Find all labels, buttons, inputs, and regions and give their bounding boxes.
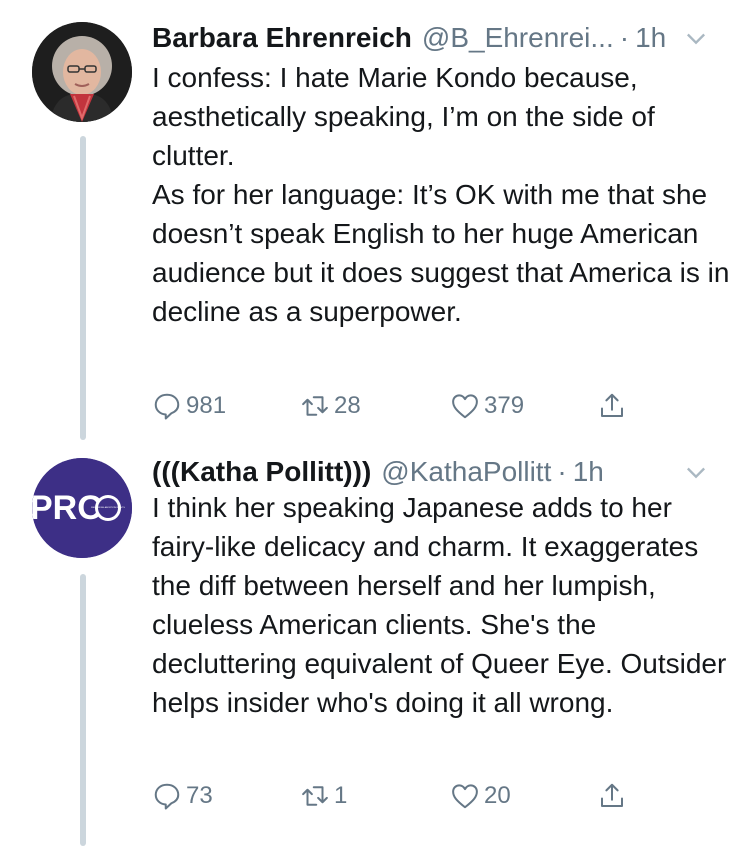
tweet-text: I think her speaking Japanese adds to he…: [152, 492, 727, 718]
avatar[interactable]: [32, 22, 132, 122]
retweet-button[interactable]: 28: [300, 386, 361, 426]
reply-count: 73: [186, 782, 213, 809]
reply-button[interactable]: 73: [152, 776, 213, 816]
retweet-icon: [302, 396, 328, 416]
share-button[interactable]: [597, 386, 627, 426]
reply-icon: [154, 393, 180, 420]
tweet-header: (((Katha Pollitt))) @KathaPollitt · 1h: [152, 452, 710, 492]
author-name[interactable]: (((Katha Pollitt))): [152, 456, 371, 488]
tweet-actions: 73 1 20: [152, 776, 672, 816]
pro-badge-text: RESTORING ABORTION RIGHTS: [91, 506, 125, 509]
share-icon: [601, 783, 623, 807]
tweet-header: Barbara Ehrenreich @B_Ehrenrei... · 1h: [152, 18, 710, 58]
like-count: 379: [484, 392, 525, 419]
tweet-actions: 981 28 379: [152, 386, 672, 426]
author-name[interactable]: Barbara Ehrenreich: [152, 22, 412, 54]
avatar[interactable]: PRO RESTORING ABORTION RIGHTS: [32, 458, 132, 558]
reply-button[interactable]: 981: [152, 386, 226, 426]
retweet-count: 28: [334, 392, 361, 419]
timestamp[interactable]: 1h: [573, 456, 604, 488]
tweet[interactable]: PRO RESTORING ABORTION RIGHTS (((Katha P…: [0, 440, 750, 855]
tweet[interactable]: Barbara Ehrenreich @B_Ehrenrei... · 1h I…: [0, 0, 750, 440]
pro-logo-icon: PRO RESTORING ABORTION RIGHTS: [32, 458, 132, 558]
heart-icon: [452, 394, 478, 419]
timestamp[interactable]: 1h: [635, 22, 666, 54]
reply-icon: [154, 783, 180, 810]
person-portrait-icon: [32, 22, 132, 122]
like-button[interactable]: 379: [450, 386, 524, 426]
like-count: 20: [484, 782, 511, 809]
separator: ·: [557, 456, 567, 487]
reply-count: 981: [186, 392, 227, 419]
chevron-down-icon[interactable]: [682, 458, 710, 486]
retweet-count: 1: [334, 782, 348, 809]
share-button[interactable]: [597, 776, 627, 816]
author-handle[interactable]: @KathaPollitt: [381, 456, 551, 488]
chevron-down-icon[interactable]: [682, 24, 710, 52]
tweet-text: I confess: I hate Marie Kondo because, a…: [152, 62, 730, 327]
author-handle[interactable]: @B_Ehrenrei...: [422, 22, 614, 54]
retweet-button[interactable]: 1: [300, 776, 347, 816]
retweet-icon: [302, 786, 328, 806]
like-button[interactable]: 20: [450, 776, 511, 816]
separator: ·: [619, 22, 630, 53]
share-icon: [601, 393, 623, 417]
heart-icon: [452, 784, 478, 809]
